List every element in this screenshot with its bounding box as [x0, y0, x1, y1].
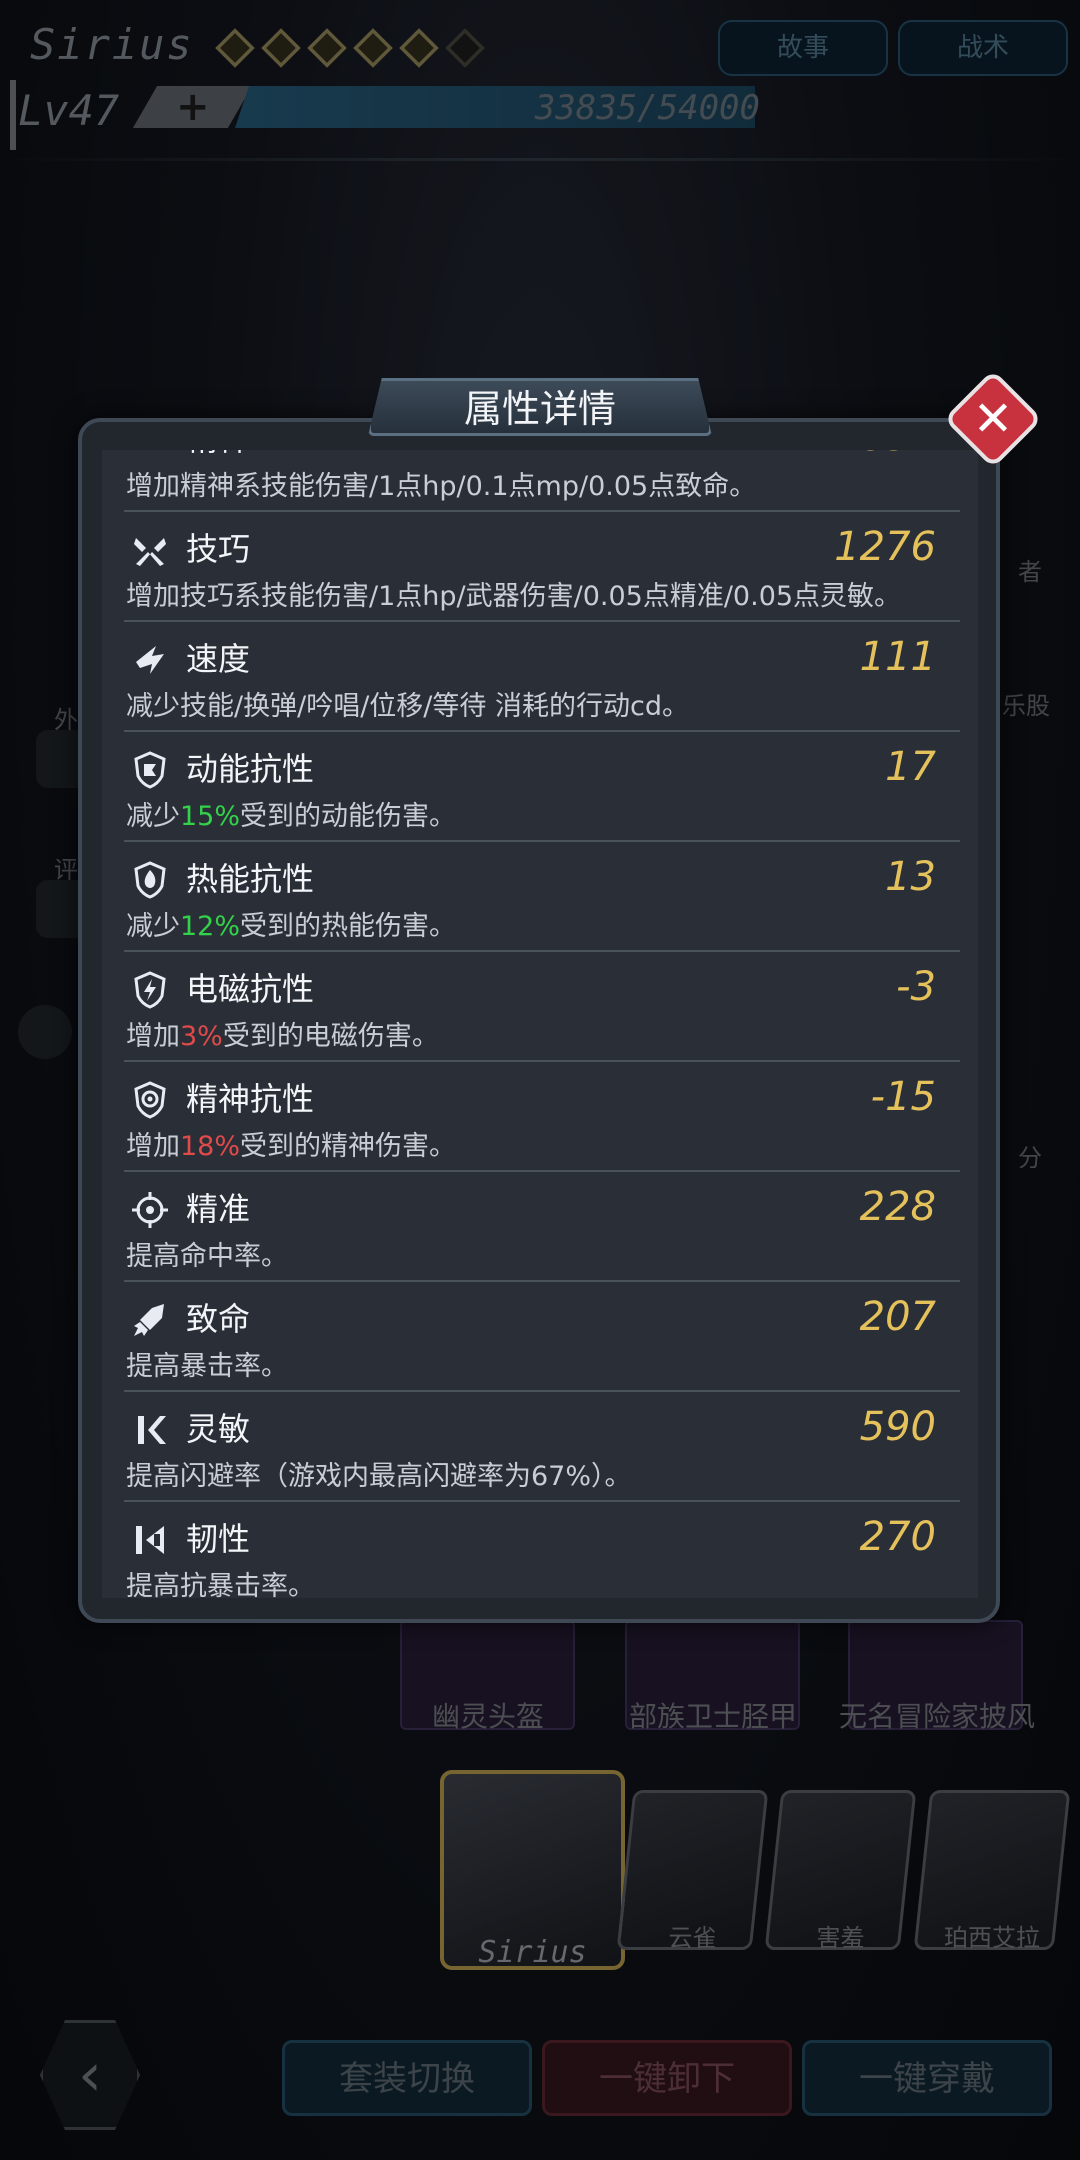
close-icon[interactable]: ✕ [958, 384, 1028, 454]
attr-name: 速度 [186, 640, 251, 678]
attr-desc: 减少技能/换弹/吟唱/位移/等待 消耗的行动cd。 [126, 691, 689, 722]
attr-value: 852 [860, 450, 936, 460]
attr-value: 207 [859, 1294, 936, 1340]
attr-value: -3 [896, 964, 936, 1010]
attr-row-spirit-res: 精神抗性 -15 增加18%受到的精神伤害。 [124, 1062, 960, 1172]
attr-value: 111 [859, 634, 936, 680]
rocket-icon [130, 1300, 170, 1340]
attr-desc: 增加18%受到的精神伤害。 [126, 1131, 457, 1162]
attr-row-em-res: 电磁抗性 -3 增加3%受到的电磁伤害。 [124, 952, 960, 1062]
lightning-shield-icon [130, 970, 170, 1010]
attr-name: 灵敏 [186, 1410, 251, 1448]
crosshair-icon [130, 1190, 170, 1230]
modal-title: 属性详情 [368, 378, 712, 436]
attr-desc: 减少12%受到的热能伤害。 [126, 911, 457, 942]
attr-name: 热能抗性 [186, 860, 315, 898]
toughness-icon [130, 1520, 170, 1560]
attr-row-spirit: 精神 852 增加精神系技能伤害/1点hp/0.1点mp/0.05点致命。 [124, 450, 960, 512]
attr-value: 270 [859, 1514, 936, 1560]
attr-name: 技巧 [186, 530, 251, 568]
attr-row-skill: 技巧 1276 增加技巧系技能伤害/1点hp/武器伤害/0.05点精准/0.05… [124, 512, 960, 622]
attr-value: 1276 [834, 524, 936, 570]
attr-desc: 提高暴击率。 [126, 1351, 288, 1382]
kinetic-shield-icon [130, 750, 170, 790]
speed-wing-icon [130, 640, 170, 680]
attr-row-critical: 致命 207 提高暴击率。 [124, 1282, 960, 1392]
attr-desc: 增加技巧系技能伤害/1点hp/武器伤害/0.05点精准/0.05点灵敏。 [126, 581, 902, 612]
attr-row-agility: 灵敏 590 提高闪避率（游戏内最高闪避率为67%）。 [124, 1392, 960, 1502]
attr-row-kinetic-res: 动能抗性 17 减少15%受到的动能伤害。 [124, 732, 960, 842]
attr-desc: 提高命中率。 [126, 1241, 288, 1272]
spiral-shield-icon [130, 1080, 170, 1120]
attr-name: 动能抗性 [186, 750, 315, 788]
attr-name: 精神抗性 [186, 1080, 315, 1118]
attr-name: 精神 [186, 450, 250, 460]
attr-desc: 增加3%受到的电磁伤害。 [126, 1021, 439, 1052]
attr-value: 228 [859, 1184, 936, 1230]
attr-value: 13 [885, 854, 936, 900]
attr-desc: 增加精神系技能伤害/1点hp/0.1点mp/0.05点致命。 [126, 471, 757, 502]
fire-shield-icon [130, 860, 170, 900]
attr-row-accuracy: 精准 228 提高命中率。 [124, 1172, 960, 1282]
attr-name: 韧性 [186, 1520, 251, 1558]
attr-desc: 提高抗暴击率。 [126, 1571, 315, 1598]
attr-row-thermal-res: 热能抗性 13 减少12%受到的热能伤害。 [124, 842, 960, 952]
attr-name: 致命 [186, 1300, 251, 1338]
attr-value: 17 [885, 744, 936, 790]
attr-desc: 提高闪避率（游戏内最高闪避率为67%）。 [126, 1461, 632, 1492]
attr-name: 精准 [186, 1190, 251, 1228]
attr-desc: 减少15%受到的动能伤害。 [126, 801, 457, 832]
attr-value: 590 [859, 1404, 936, 1450]
attr-row-toughness: 韧性 270 提高抗暴击率。 [124, 1502, 960, 1598]
attr-value: -15 [870, 1074, 936, 1120]
wrench-cross-icon [130, 530, 170, 570]
agility-icon [130, 1410, 170, 1450]
attribute-list[interactable]: 精神 852 增加精神系技能伤害/1点hp/0.1点mp/0.05点致命。 技巧… [102, 450, 978, 1598]
attr-name: 电磁抗性 [186, 970, 315, 1008]
attr-row-speed: 速度 111 减少技能/换弹/吟唱/位移/等待 消耗的行动cd。 [124, 622, 960, 732]
